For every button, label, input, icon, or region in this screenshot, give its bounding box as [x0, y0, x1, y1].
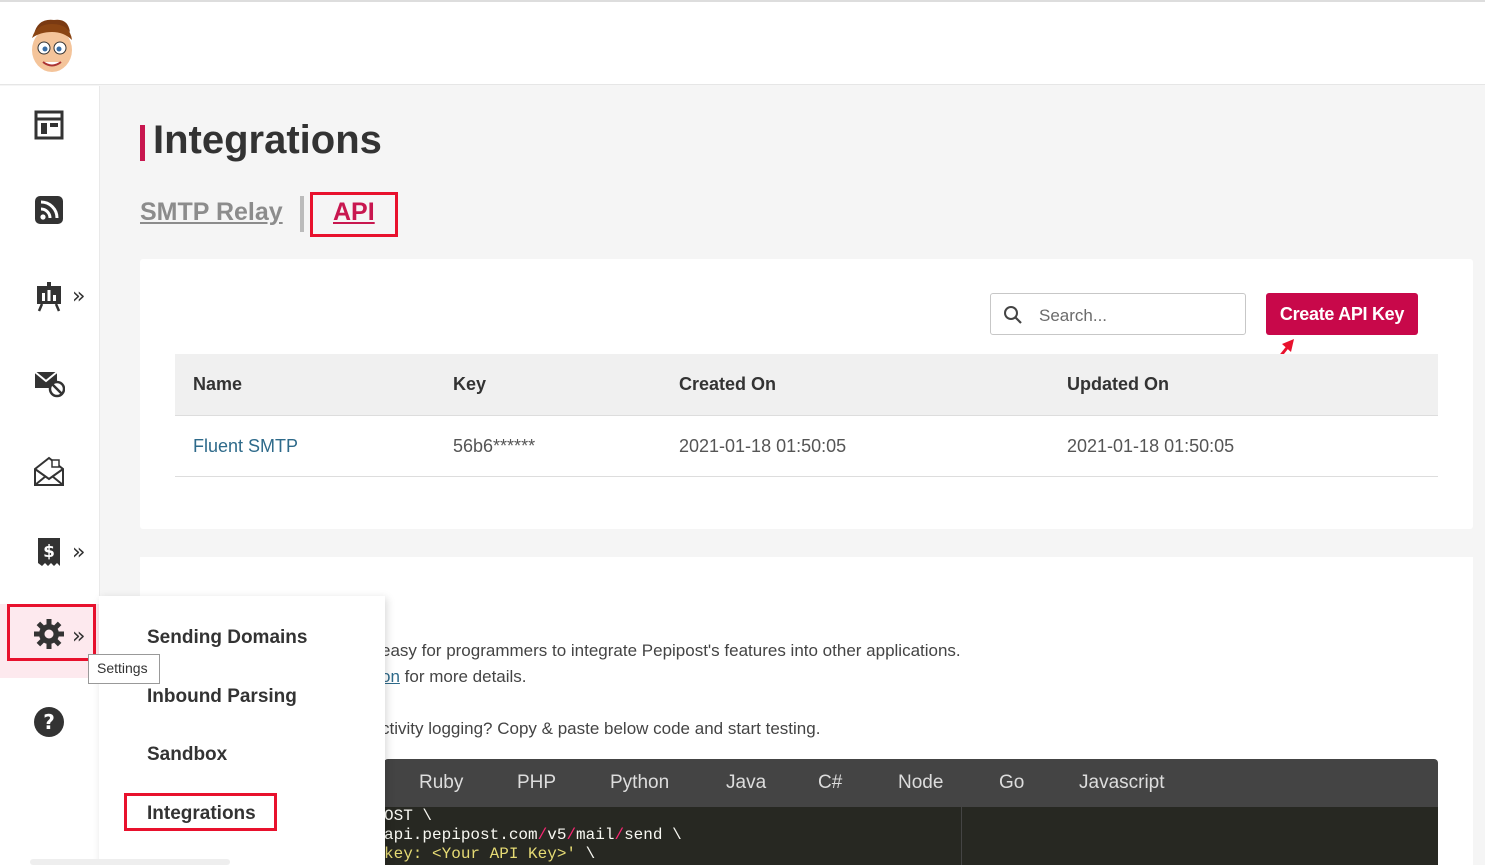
- title-accent: [140, 125, 145, 161]
- sidebar-item-dashboard[interactable]: [0, 95, 99, 155]
- table-header: Name Key Created On Updated On: [175, 354, 1438, 416]
- api-tab-highlight-box: [310, 192, 398, 237]
- tab-go[interactable]: Go: [999, 772, 1024, 794]
- top-bar: [0, 0, 1485, 85]
- integrations-highlight-box: [124, 793, 277, 831]
- tab-javascript[interactable]: Javascript: [1079, 772, 1165, 794]
- column-header-updated[interactable]: Updated On: [1067, 374, 1169, 395]
- logo-icon[interactable]: [24, 16, 78, 76]
- sidebar-item-reports[interactable]: »: [0, 266, 99, 326]
- menu-item-sending-domains[interactable]: Sending Domains: [147, 627, 307, 649]
- svg-text:$: $: [43, 542, 55, 562]
- chevron-right-icon: »: [72, 540, 86, 565]
- menu-item-sandbox[interactable]: Sandbox: [147, 744, 227, 766]
- tab-csharp[interactable]: C#: [818, 772, 842, 794]
- dashboard-icon: [34, 110, 64, 140]
- page-title: Integrations: [153, 118, 382, 162]
- tab-java[interactable]: Java: [726, 772, 766, 794]
- chevron-right-icon: »: [72, 284, 86, 309]
- api-description-line3: ctivity logging? Copy & paste below code…: [381, 719, 821, 738]
- billing-icon: $: [38, 538, 60, 566]
- column-header-key[interactable]: Key: [453, 374, 486, 395]
- templates-icon: [34, 456, 64, 486]
- tab-divider: [300, 196, 304, 232]
- help-icon: ?: [34, 707, 64, 737]
- reports-icon: [37, 282, 61, 312]
- table-row: Fluent SMTP 56b6****** 2021-01-18 01:50:…: [175, 416, 1438, 477]
- sidebar-item-suppression[interactable]: [0, 352, 99, 412]
- tab-php[interactable]: PHP: [517, 772, 556, 794]
- sidebar-item-templates[interactable]: [0, 441, 99, 501]
- tab-smtp-relay[interactable]: SMTP Relay: [140, 198, 283, 227]
- code-line-3: key: <Your API Key>' \: [384, 845, 596, 863]
- tab-node[interactable]: Node: [898, 772, 943, 794]
- code-divider: [961, 807, 962, 865]
- sidebar-item-help[interactable]: ?: [0, 692, 99, 752]
- settings-highlight-box: [7, 604, 96, 661]
- search-box[interactable]: [990, 293, 1246, 335]
- suppression-icon: [34, 371, 65, 398]
- code-language-tabs: Ruby PHP Python Java C# Node Go Javascri…: [384, 759, 1438, 807]
- search-icon: [1004, 306, 1022, 324]
- column-header-created[interactable]: Created On: [679, 374, 776, 395]
- menu-item-inbound-parsing[interactable]: Inbound Parsing: [147, 686, 297, 708]
- code-sample: OST \ api.pepipost.com/v5/mail/send \ ke…: [384, 807, 1438, 865]
- tab-python[interactable]: Python: [610, 772, 669, 794]
- updated-on-value: 2021-01-18 01:50:05: [1067, 436, 1235, 456]
- api-description-line1: easy for programmers to integrate Pepipo…: [381, 641, 961, 660]
- tab-ruby[interactable]: Ruby: [419, 772, 463, 794]
- create-api-key-button[interactable]: Create API Key: [1266, 293, 1418, 335]
- scroll-indicator: [30, 859, 230, 865]
- api-key-name-link[interactable]: Fluent SMTP: [193, 436, 298, 457]
- code-line-1: OST \: [384, 807, 433, 825]
- code-line-2: api.pepipost.com/v5/mail/send \: [384, 826, 682, 844]
- api-description-line2: on for more details.: [381, 667, 527, 686]
- api-key-value: 56b6******: [453, 436, 536, 456]
- sidebar-item-feed[interactable]: [0, 180, 99, 240]
- column-header-name[interactable]: Name: [193, 374, 242, 395]
- sidebar-item-billing[interactable]: $ »: [0, 522, 99, 582]
- settings-tooltip: Settings: [88, 654, 160, 684]
- rss-icon: [35, 196, 63, 224]
- search-input[interactable]: [1037, 302, 1236, 330]
- svg-text:?: ?: [43, 710, 55, 734]
- created-on-value: 2021-01-18 01:50:05: [679, 436, 847, 456]
